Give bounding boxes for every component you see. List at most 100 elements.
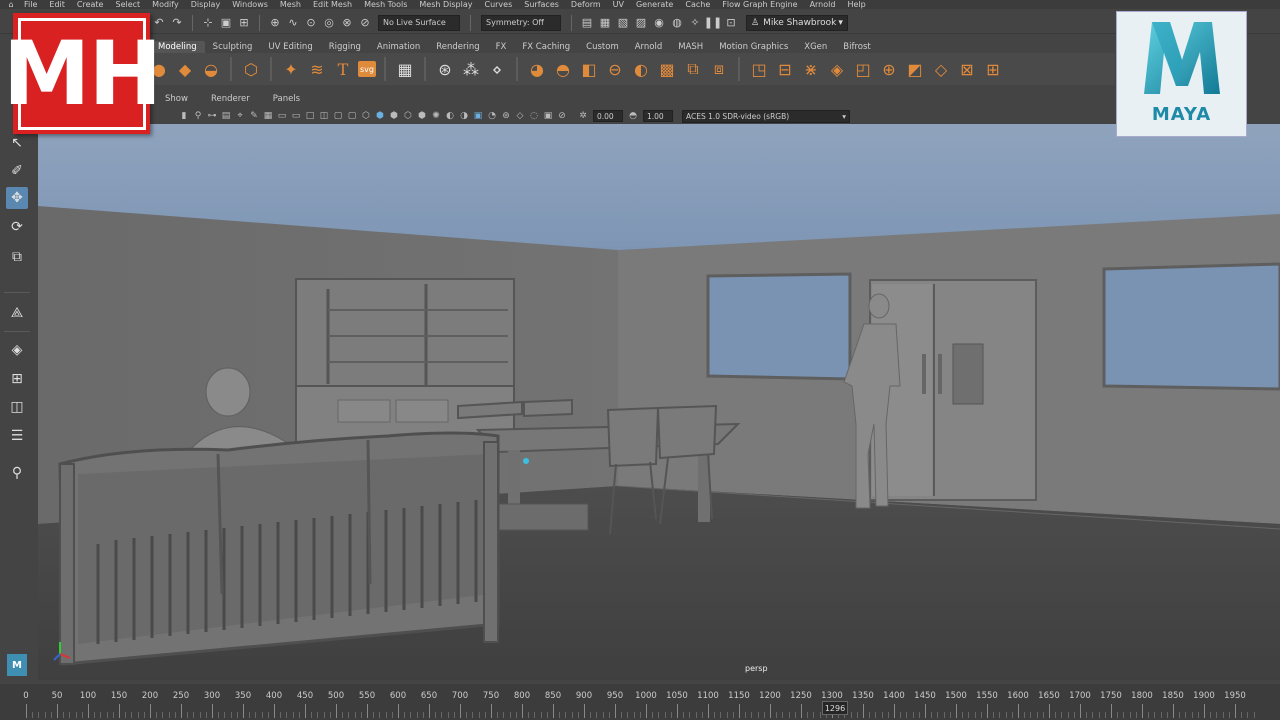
snap-curve-icon[interactable]: ∿ (285, 16, 301, 30)
tab-custom[interactable]: Custom (578, 41, 627, 53)
menu-arnold[interactable]: Arnold (804, 0, 842, 9)
current-frame-indicator[interactable]: 1296 (822, 701, 848, 715)
time-ruler[interactable]: 0 50 100 150 200 250 300 350 400 450 500 550 600 650 7… (14, 686, 1260, 718)
depth-of-field-icon[interactable]: ⊘ (556, 110, 568, 122)
select-component-icon[interactable]: ⊞ (236, 16, 252, 30)
motion-blur-icon[interactable]: ◌ (528, 110, 540, 122)
two-pane-layout-icon[interactable]: ◫ (6, 396, 28, 418)
ipr-render-icon[interactable]: ▧ (615, 16, 631, 30)
poly-platonic-icon[interactable]: ⬡ (240, 58, 262, 80)
safe-action-icon[interactable]: ▢ (332, 110, 344, 122)
mesh-grid-icon[interactable]: ▦ (394, 58, 416, 80)
lasso-tool-icon[interactable]: ✐ (6, 160, 28, 182)
combine-icon[interactable]: ◕ (526, 58, 548, 80)
shadows-icon[interactable]: ◐ (444, 110, 456, 122)
tab-motion-graphics[interactable]: Motion Graphics (711, 41, 796, 53)
render-setup-icon[interactable]: ◍ (669, 16, 685, 30)
menu-mesh[interactable]: Mesh (274, 0, 307, 9)
gpu-override-icon[interactable]: ⊡ (723, 16, 739, 30)
wireframe-icon[interactable]: ⬡ (360, 110, 372, 122)
resolution-gate-icon[interactable]: ▭ (290, 110, 302, 122)
rotate-tool-icon[interactable]: ⟳ (6, 216, 28, 238)
multisample-icon[interactable]: ▣ (542, 110, 554, 122)
freeze-transform-icon[interactable]: ⋄ (486, 58, 508, 80)
menu-mesh-display[interactable]: Mesh Display (413, 0, 478, 9)
isolate-select-icon[interactable]: ▣ (472, 110, 484, 122)
color-space-dropdown[interactable]: ACES 1.0 SDR-video (sRGB) ▾ (682, 109, 850, 123)
snap-surface-icon[interactable]: ⊗ (339, 16, 355, 30)
bridge-icon[interactable]: ⧉ (682, 58, 704, 80)
scale-tool-icon[interactable]: ⧉ (6, 246, 28, 268)
sweep-mesh-icon[interactable]: ≋ (306, 58, 328, 80)
film-gate-icon[interactable]: ▭ (276, 110, 288, 122)
smooth-shade-icon[interactable]: ⬢ (374, 110, 386, 122)
grease-pencil-icon[interactable]: ✎ (248, 110, 260, 122)
default-material-icon[interactable]: ⬢ (388, 110, 400, 122)
gamma-field[interactable]: 1.00 (643, 110, 673, 122)
menu-create[interactable]: Create (71, 0, 110, 9)
menu-cache[interactable]: Cache (679, 0, 716, 9)
poly-cube-icon[interactable]: ◆ (174, 58, 196, 80)
menu-display[interactable]: Display (185, 0, 227, 9)
select-object-icon[interactable]: ▣ (218, 16, 234, 30)
snap-view-icon[interactable]: ◎ (321, 16, 337, 30)
grid-icon[interactable]: ▦ (262, 110, 274, 122)
select-hierarchy-icon[interactable]: ⊹ (200, 16, 216, 30)
tab-bifrost[interactable]: Bifrost (835, 41, 878, 53)
tab-mash[interactable]: MASH (670, 41, 711, 53)
menu-windows[interactable]: Windows (226, 0, 274, 9)
single-perspective-layout-icon[interactable]: ◈ (6, 339, 28, 361)
tab-sculpting[interactable]: Sculpting (205, 41, 261, 53)
multi-cut-icon[interactable]: ◳ (748, 58, 770, 80)
select-tool-icon[interactable]: ↖ (6, 132, 28, 154)
type-tool-icon[interactable]: T (332, 58, 354, 80)
mirror-icon[interactable]: ◐ (630, 58, 652, 80)
field-chart-icon[interactable]: ◫ (318, 110, 330, 122)
tab-rendering[interactable]: Rendering (428, 41, 487, 53)
menu-surfaces[interactable]: Surfaces (518, 0, 565, 9)
render-view-icon[interactable]: ▤ (579, 16, 595, 30)
panel-menu-panels[interactable]: Panels (258, 94, 308, 106)
render-frame-icon[interactable]: ▦ (597, 16, 613, 30)
four-view-layout-icon[interactable]: ⊞ (6, 368, 28, 390)
maya-app-icon[interactable]: M (7, 654, 27, 676)
symmetry-dropdown[interactable]: Symmetry: Off (481, 14, 561, 31)
tab-animation[interactable]: Animation (369, 41, 428, 53)
snap-point-icon[interactable]: ⊙ (303, 16, 319, 30)
menu-flow-graph-engine[interactable]: Flow Graph Engine (716, 0, 803, 9)
time-slider[interactable]: 0 50 100 150 200 250 300 350 400 450 500 550 600 650 7… (0, 684, 1280, 720)
bevel-icon[interactable]: ⧈ (708, 58, 730, 80)
snap-grid-icon[interactable]: ⊕ (267, 16, 283, 30)
xray-icon[interactable]: ◔ (486, 110, 498, 122)
wedge-icon[interactable]: ◩ (904, 58, 926, 80)
insert-edge-loop-icon[interactable]: ⊟ (774, 58, 796, 80)
move-tool-icon[interactable]: ✥ (6, 187, 28, 209)
extrude-icon[interactable]: ▩ (656, 58, 678, 80)
smooth-icon[interactable]: ◧ (578, 58, 600, 80)
tab-uv-editing[interactable]: UV Editing (260, 41, 320, 53)
screen-space-ao-icon[interactable]: ◑ (458, 110, 470, 122)
light-editor-icon[interactable]: ✧ (687, 16, 703, 30)
exposure-field[interactable]: 0.00 (593, 110, 623, 122)
xray-joints-icon[interactable]: ⊛ (500, 110, 512, 122)
super-shape-icon[interactable]: ✦ (280, 58, 302, 80)
tab-rigging[interactable]: Rigging (321, 41, 369, 53)
snap-live-icon[interactable]: ⊘ (357, 16, 373, 30)
panel-menu-renderer[interactable]: Renderer (196, 94, 258, 106)
search-icon[interactable]: ⚲ (6, 462, 28, 484)
separate-icon[interactable]: ◓ (552, 58, 574, 80)
xray-components-icon[interactable]: ◇ (514, 110, 526, 122)
poke-icon[interactable]: ◇ (930, 58, 952, 80)
menu-uv[interactable]: UV (607, 0, 630, 9)
viewport-persp[interactable]: persp (38, 124, 1280, 680)
safe-title-icon[interactable]: ▢ (346, 110, 358, 122)
menu-file[interactable]: File (18, 0, 43, 9)
menu-help[interactable]: Help (841, 0, 871, 9)
menu-mesh-tools[interactable]: Mesh Tools (358, 0, 413, 9)
wireframe-on-shaded-icon[interactable]: ⬡ (402, 110, 414, 122)
menu-edit-mesh[interactable]: Edit Mesh (307, 0, 358, 9)
outliner-layout-icon[interactable]: ☰ (6, 425, 28, 447)
tab-fx[interactable]: FX (488, 41, 515, 53)
menu-select[interactable]: Select (109, 0, 146, 9)
lock-camera-icon[interactable]: ⚲ (192, 110, 204, 122)
